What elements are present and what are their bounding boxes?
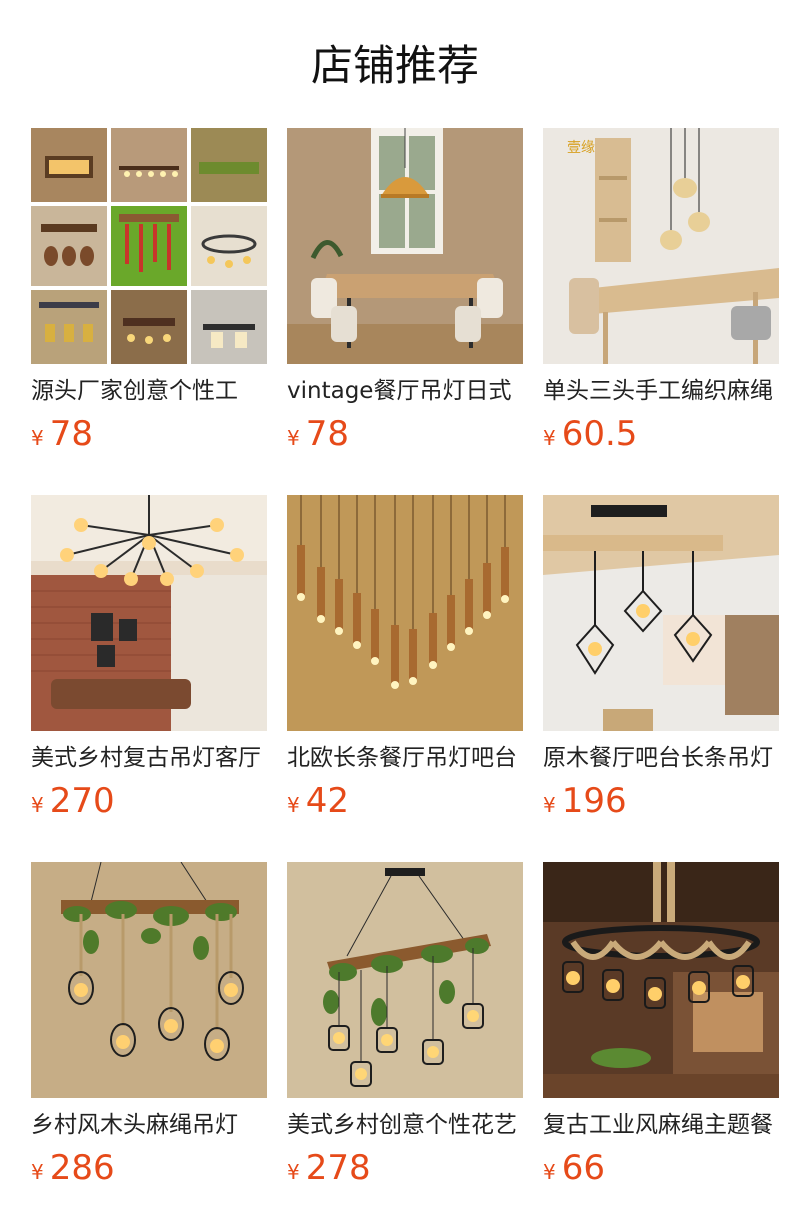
- price-value: 66: [561, 1148, 605, 1188]
- product-image[interactable]: [31, 495, 267, 731]
- product-image[interactable]: [31, 128, 267, 364]
- product-price: ¥270: [31, 779, 115, 823]
- currency-symbol: ¥: [287, 793, 300, 817]
- product-name[interactable]: 乡村风木头麻绳吊灯: [31, 1108, 267, 1142]
- product-price: ¥78: [287, 412, 349, 456]
- price-value: 286: [49, 1148, 115, 1188]
- price-value: 78: [49, 414, 93, 454]
- product-price: ¥42: [287, 779, 349, 823]
- currency-symbol: ¥: [31, 426, 44, 450]
- product-price: ¥66: [543, 1146, 605, 1190]
- product-price: ¥286: [31, 1146, 115, 1190]
- product-name[interactable]: 北欧长条餐厅吊灯吧台: [287, 741, 523, 775]
- product-image[interactable]: [287, 128, 523, 364]
- price-value: 278: [305, 1148, 371, 1188]
- product-image[interactable]: 壹缘: [543, 128, 779, 364]
- price-value: 196: [561, 781, 627, 821]
- product-price: ¥78: [31, 412, 93, 456]
- product-name[interactable]: 美式乡村创意个性花艺: [287, 1108, 523, 1142]
- product-name[interactable]: 美式乡村复古吊灯客厅: [31, 741, 267, 775]
- currency-symbol: ¥: [543, 426, 556, 450]
- currency-symbol: ¥: [287, 1160, 300, 1184]
- product-price: ¥278: [287, 1146, 371, 1190]
- product-name[interactable]: 单头三头手工编织麻绳: [543, 374, 779, 408]
- product-price: ¥196: [543, 779, 627, 823]
- currency-symbol: ¥: [543, 1160, 556, 1184]
- price-value: 78: [305, 414, 349, 454]
- currency-symbol: ¥: [31, 1160, 44, 1184]
- product-name[interactable]: 原木餐厅吧台长条吊灯: [543, 741, 779, 775]
- currency-symbol: ¥: [543, 793, 556, 817]
- product-image[interactable]: [543, 862, 779, 1098]
- product-name[interactable]: 复古工业风麻绳主题餐: [543, 1108, 779, 1142]
- currency-symbol: ¥: [287, 426, 300, 450]
- product-price: ¥60.5: [543, 412, 637, 456]
- price-value: 270: [49, 781, 115, 821]
- product-name[interactable]: 源头厂家创意个性工: [31, 374, 267, 408]
- product-image[interactable]: [543, 495, 779, 731]
- product-image[interactable]: [31, 862, 267, 1098]
- svg-text:壹缘: 壹缘: [567, 140, 595, 156]
- product-image[interactable]: [287, 495, 523, 731]
- page-title: 店铺推荐: [310, 41, 479, 90]
- product-image[interactable]: [287, 862, 523, 1098]
- price-value: 42: [305, 781, 349, 821]
- product-name[interactable]: vintage餐厅吊灯日式: [287, 374, 523, 408]
- price-value: 60.5: [561, 414, 638, 454]
- currency-symbol: ¥: [31, 793, 44, 817]
